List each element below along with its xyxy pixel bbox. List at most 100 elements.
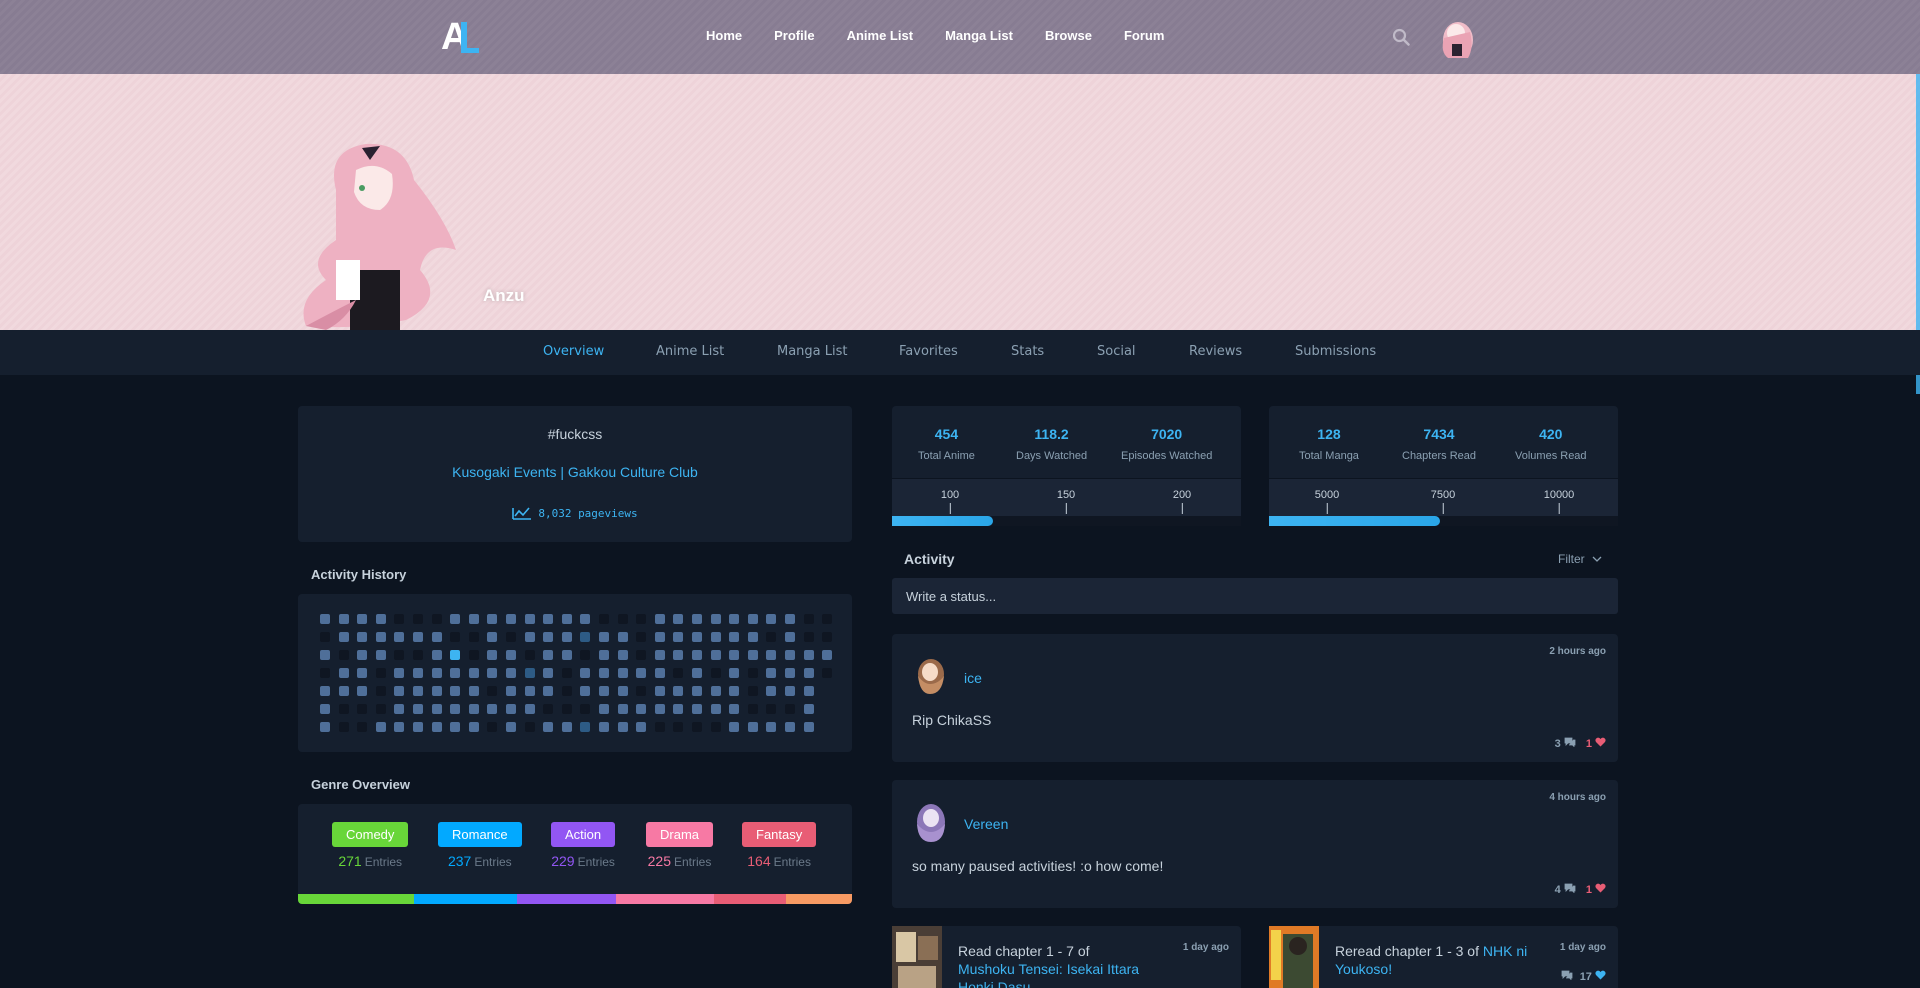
heatmap-cell[interactable] [785, 632, 795, 642]
heatmap-cell[interactable] [822, 632, 833, 642]
heatmap-cell[interactable] [431, 632, 442, 642]
heatmap-cell[interactable] [431, 686, 442, 696]
heatmap-cell[interactable] [431, 668, 442, 678]
nav-profile[interactable]: Profile [774, 28, 814, 43]
heatmap-cell[interactable] [450, 614, 461, 624]
heatmap-cell[interactable] [543, 614, 554, 624]
heatmap-cell[interactable] [766, 614, 777, 624]
heatmap-cell[interactable] [747, 668, 758, 678]
heatmap-cell[interactable] [729, 704, 740, 714]
heatmap-cell[interactable] [654, 686, 665, 696]
heatmap-cell[interactable] [375, 632, 386, 642]
heatmap-cell[interactable] [468, 668, 479, 678]
heatmap-cell[interactable] [580, 704, 591, 714]
genre-pill[interactable]: Romance [438, 822, 522, 847]
heatmap-cell[interactable] [692, 668, 702, 678]
genre-pill[interactable]: Drama [646, 822, 714, 847]
heatmap-cell[interactable] [431, 704, 442, 714]
heatmap-cell[interactable] [822, 650, 833, 660]
heatmap-cell[interactable] [673, 722, 684, 732]
heatmap-cell[interactable] [357, 668, 368, 678]
heatmap-cell[interactable] [673, 650, 684, 660]
heatmap-cell[interactable] [747, 704, 758, 714]
heatmap-cell[interactable] [413, 668, 423, 678]
heatmap-cell[interactable] [468, 686, 479, 696]
heatmap-cell[interactable] [803, 722, 814, 732]
status-input[interactable] [892, 578, 1618, 614]
heatmap-cell[interactable] [654, 614, 665, 624]
heatmap-cell[interactable] [450, 686, 461, 696]
genre-drama[interactable]: Drama 225 Entries [646, 822, 714, 869]
heatmap-cell[interactable] [506, 650, 516, 660]
heatmap-cell[interactable] [561, 614, 572, 624]
heatmap-cell[interactable] [561, 668, 572, 678]
heatmap-cell[interactable] [785, 668, 795, 678]
heatmap-cell[interactable] [580, 614, 591, 624]
reply-button[interactable]: 3 [1555, 737, 1576, 750]
heatmap-cell[interactable] [654, 650, 665, 660]
like-button[interactable]: 1 [1586, 883, 1606, 896]
heatmap-cell[interactable] [673, 704, 684, 714]
heatmap-cell[interactable] [413, 704, 423, 714]
filter-dropdown[interactable]: Filter [1558, 552, 1602, 566]
heatmap-cell[interactable] [450, 704, 461, 714]
heatmap-cell[interactable] [822, 614, 833, 624]
heatmap-cell[interactable] [747, 632, 758, 642]
heatmap-cell[interactable] [785, 686, 795, 696]
heatmap-cell[interactable] [617, 614, 628, 624]
heatmap-cell[interactable] [487, 614, 498, 624]
heatmap-cell[interactable] [692, 704, 702, 714]
heatmap-cell[interactable] [375, 686, 386, 696]
heatmap-cell[interactable] [320, 614, 330, 624]
reply-button[interactable]: 4 [1555, 883, 1576, 896]
heatmap-cell[interactable] [710, 650, 721, 660]
user-avatar[interactable] [1438, 18, 1476, 60]
heatmap-cell[interactable] [468, 632, 479, 642]
heatmap-cell[interactable] [822, 668, 833, 678]
heatmap-cell[interactable] [599, 668, 609, 678]
heatmap-cell[interactable] [710, 668, 721, 678]
heatmap-cell[interactable] [524, 668, 535, 678]
heatmap-cell[interactable] [487, 722, 498, 732]
heatmap-cell[interactable] [729, 650, 740, 660]
heatmap-cell[interactable] [375, 668, 386, 678]
like-button[interactable]: 1 [1586, 737, 1606, 750]
tab-social[interactable]: Social [1097, 344, 1136, 359]
genre-fantasy[interactable]: Fantasy 164 Entries [742, 822, 817, 869]
anilist-logo[interactable]: A [441, 16, 483, 58]
heatmap-cell[interactable] [599, 614, 609, 624]
heatmap-cell[interactable] [673, 686, 684, 696]
heatmap-cell[interactable] [636, 722, 647, 732]
heatmap-cell[interactable] [692, 650, 702, 660]
heatmap-cell[interactable] [487, 668, 498, 678]
heatmap-cell[interactable] [785, 614, 795, 624]
heatmap-cell[interactable] [580, 650, 591, 660]
heatmap-cell[interactable] [375, 650, 386, 660]
heatmap-cell[interactable] [524, 722, 535, 732]
heatmap-cell[interactable] [636, 668, 647, 678]
heatmap-cell[interactable] [710, 704, 721, 714]
heatmap-cell[interactable] [766, 650, 777, 660]
heatmap-cell[interactable] [692, 632, 702, 642]
heatmap-cell[interactable] [747, 686, 758, 696]
heatmap-cell[interactable] [506, 704, 516, 714]
heatmap-cell[interactable] [468, 614, 479, 624]
heatmap-cell[interactable] [468, 704, 479, 714]
tab-favorites[interactable]: Favorites [899, 344, 958, 359]
heatmap-cell[interactable] [543, 722, 554, 732]
heatmap-cell[interactable] [617, 650, 628, 660]
heatmap-cell[interactable] [599, 686, 609, 696]
heatmap-cell[interactable] [320, 704, 330, 714]
heatmap-cell[interactable] [320, 722, 330, 732]
tab-anime-list[interactable]: Anime List [656, 344, 724, 359]
heatmap-cell[interactable] [673, 632, 684, 642]
heatmap-cell[interactable] [450, 632, 461, 642]
heatmap-cell[interactable] [580, 722, 591, 732]
genre-pill[interactable]: Fantasy [742, 822, 817, 847]
heatmap-cell[interactable] [766, 704, 777, 714]
heatmap-cell[interactable] [617, 686, 628, 696]
heatmap-cell[interactable] [729, 614, 740, 624]
heatmap-cell[interactable] [747, 614, 758, 624]
heatmap-cell[interactable] [413, 722, 423, 732]
heatmap-cell[interactable] [654, 668, 665, 678]
